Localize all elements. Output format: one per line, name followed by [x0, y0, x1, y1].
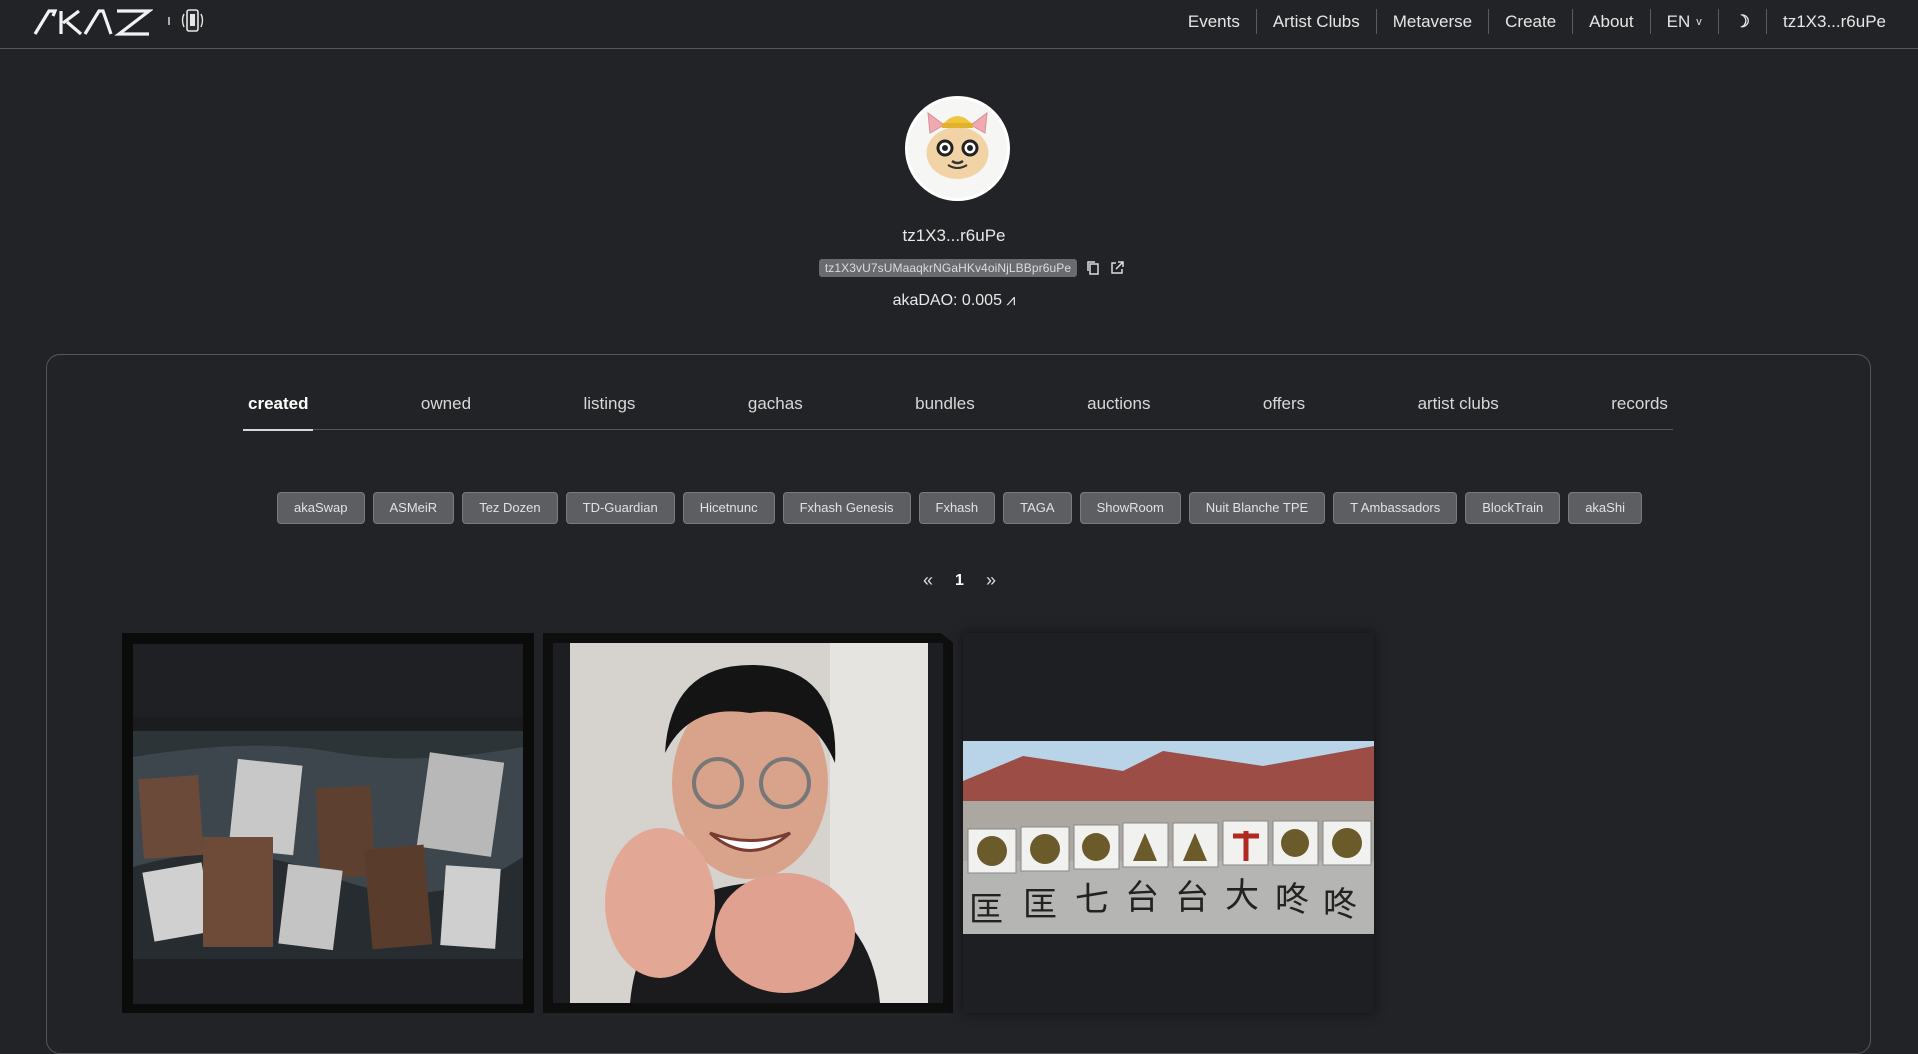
current-page[interactable]: 1: [955, 572, 964, 590]
filter-tez-dozen[interactable]: Tez Dozen: [462, 492, 558, 524]
filter-t-ambassadors[interactable]: T Ambassadors: [1333, 492, 1458, 524]
nav-about[interactable]: About: [1572, 9, 1649, 34]
svg-text:匡: 匡: [969, 890, 1003, 930]
chevron-down-icon: v: [1696, 16, 1702, 28]
filter-showroom[interactable]: ShowRoom: [1079, 492, 1181, 524]
address-row: tz1X3vU7sUMaaqkrNGaHKv4oiNjLBBpr6uPe: [0, 259, 1908, 277]
phone-device-icon[interactable]: [178, 6, 208, 36]
svg-text:大: 大: [1225, 876, 1259, 916]
tab-auctions[interactable]: auctions: [1082, 385, 1155, 430]
akaswap-logo[interactable]: [33, 6, 153, 38]
collection-filters: akaSwap ASMeiR Tez Dozen TD-Guardian Hic…: [47, 492, 1872, 524]
cat-avatar: [908, 99, 1007, 198]
main-nav: Events Artist Clubs Metaverse Create Abo…: [1172, 0, 1902, 43]
logo-divider: [168, 17, 170, 25]
nft-card[interactable]: [122, 633, 534, 1013]
avatar: [905, 96, 1010, 201]
next-page-button[interactable]: »: [986, 570, 996, 591]
filter-fxhash[interactable]: Fxhash: [918, 492, 996, 524]
svg-text:匡: 匡: [1023, 885, 1057, 925]
language-label: EN: [1666, 12, 1691, 31]
filter-td-guardian[interactable]: TD-Guardian: [565, 492, 675, 524]
nft-card[interactable]: [543, 633, 953, 1013]
nav-artist-clubs[interactable]: Artist Clubs: [1255, 9, 1376, 34]
tab-gachas[interactable]: gachas: [743, 385, 808, 430]
profile-tabs: created owned listings gachas bundles au…: [243, 385, 1673, 431]
svg-text:七: 七: [1075, 880, 1109, 920]
tab-records[interactable]: records: [1606, 385, 1673, 430]
tab-created[interactable]: created: [243, 385, 314, 431]
filter-nuit-blanche-tpe[interactable]: Nuit Blanche TPE: [1188, 492, 1326, 524]
wallet-account[interactable]: tz1X3...r6uPe: [1765, 9, 1902, 34]
theme-toggle[interactable]: ☽: [1717, 9, 1766, 34]
top-navigation-bar: Events Artist Clubs Metaverse Create Abo…: [0, 0, 1918, 49]
temple-objects-panorama: 匡匡 七台 台大 咚咚: [963, 741, 1374, 934]
svg-text:台: 台: [1125, 878, 1159, 918]
moon-icon: ☽: [1734, 12, 1750, 31]
external-link-icon[interactable]: [1109, 260, 1125, 276]
filter-akashi[interactable]: akaShi: [1568, 492, 1642, 524]
language-select[interactable]: EN v: [1649, 9, 1718, 34]
tab-offers[interactable]: offers: [1258, 385, 1310, 430]
tab-bundles[interactable]: bundles: [910, 385, 980, 430]
tab-artist-clubs[interactable]: artist clubs: [1413, 385, 1504, 430]
nav-events[interactable]: Events: [1172, 9, 1256, 34]
copy-icon[interactable]: [1085, 260, 1101, 276]
wallet-address: tz1X3vU7sUMaaqkrNGaHKv4oiNjLBBpr6uPe: [818, 259, 1078, 277]
virtual-gallery-screenshot: [133, 717, 523, 959]
pagination: « 1 »: [47, 570, 1872, 591]
profile-name: tz1X3...r6uPe: [902, 226, 1006, 245]
svg-text:咚: 咚: [1323, 885, 1357, 925]
prev-page-button[interactable]: «: [923, 570, 933, 591]
filter-hicetnunc[interactable]: Hicetnunc: [682, 492, 775, 524]
filter-blocktrain[interactable]: BlockTrain: [1465, 492, 1561, 524]
filter-taga[interactable]: TAGA: [1003, 492, 1072, 524]
nav-create[interactable]: Create: [1488, 9, 1572, 34]
svg-text:台: 台: [1175, 878, 1209, 918]
nav-metaverse[interactable]: Metaverse: [1375, 9, 1488, 34]
filter-akaswap[interactable]: akaSwap: [277, 492, 365, 524]
tab-listings[interactable]: listings: [578, 385, 640, 430]
svg-text:咚: 咚: [1275, 880, 1309, 920]
filter-fxhash-genesis[interactable]: Fxhash Genesis: [782, 492, 911, 524]
akadao-balance: akaDAO: 0.005 ⩘: [892, 292, 1016, 309]
filter-asmeir[interactable]: ASMeiR: [372, 492, 455, 524]
nft-card[interactable]: 匡匡 七台 台大 咚咚: [963, 633, 1374, 1013]
person-portrait: [570, 643, 928, 1003]
tab-owned[interactable]: owned: [416, 385, 476, 430]
